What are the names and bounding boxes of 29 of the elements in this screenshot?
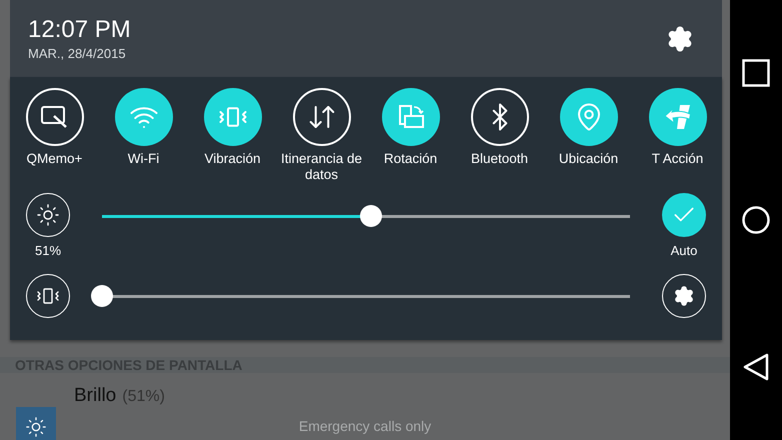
memo-icon — [40, 104, 70, 130]
slider-thumb[interactable] — [360, 204, 382, 226]
toggle-label: Ubicación — [558, 151, 618, 167]
toggle-label: Itinerancia de datos — [280, 151, 364, 183]
quick-toggle-button[interactable] — [26, 88, 84, 146]
toggle-label: T Acción — [652, 151, 704, 167]
toggle-label: Vibración — [204, 151, 261, 167]
quick-toggle-button[interactable] — [292, 88, 350, 146]
auto-label: Auto — [670, 243, 698, 258]
sun-icon — [36, 203, 60, 227]
item-title: Brillo — [74, 385, 116, 406]
brightness-reading: 51% — [34, 243, 62, 258]
toggle-label: Wi-Fi — [128, 151, 160, 167]
clock-time: 12:07 PM — [28, 16, 131, 44]
toggle-label: Rotación — [384, 151, 438, 167]
auto-checkbox[interactable] — [662, 193, 706, 237]
brightness-app-icon — [16, 407, 56, 440]
settings-button[interactable] — [662, 274, 706, 318]
date-text: MAR., 28/4/2015 — [28, 46, 127, 61]
quick-toggle-button[interactable] — [470, 88, 528, 146]
back-icon[interactable] — [743, 352, 769, 381]
brightness-button[interactable] — [26, 193, 70, 237]
vibration-button[interactable] — [26, 274, 70, 318]
recents-icon[interactable] — [742, 59, 770, 88]
slider-thumb[interactable] — [91, 285, 113, 307]
emergency-calls-text: Emergency calls only — [298, 418, 432, 434]
home-icon[interactable] — [742, 206, 770, 234]
toggle-label: QMemo+ — [26, 151, 82, 167]
toggle-label: Bluetooth — [470, 151, 528, 167]
